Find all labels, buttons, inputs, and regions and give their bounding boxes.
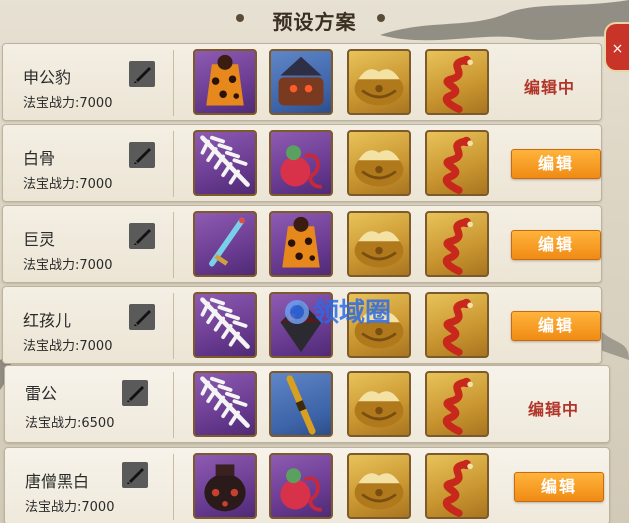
rename-button[interactable] — [129, 142, 155, 168]
pen-icon — [127, 386, 144, 402]
gold-fire-dragon-icon[interactable] — [425, 211, 489, 277]
preset-power: 法宝战力:6500 — [25, 416, 115, 431]
purple-white-feather-blade-icon[interactable] — [193, 371, 257, 437]
rename-button[interactable] — [122, 380, 148, 406]
blue-cauldron-monster-icon[interactable] — [269, 49, 333, 115]
preset-row: 唐僧黑白法宝战力:7000 编辑 — [4, 447, 610, 523]
preset-name: 红孩儿 — [23, 311, 72, 330]
purple-robe-item-icon[interactable] — [269, 211, 333, 277]
preset-power: 法宝战力:7000 — [23, 339, 113, 354]
purple-jade-sword-icon[interactable] — [193, 211, 257, 277]
watermark-text: 领域圈 — [313, 298, 392, 328]
preset-name: 白骨 — [23, 149, 56, 168]
watermark: 领域圈 — [285, 292, 391, 329]
rename-button[interactable] — [129, 304, 155, 330]
preset-row: 白骨法宝战力:7000 编辑 — [2, 124, 602, 202]
gold-fire-dragon-icon[interactable] — [425, 49, 489, 115]
preset-name: 雷公 — [25, 384, 58, 403]
edit-button[interactable]: 编辑 — [514, 472, 604, 502]
panel-title: 预设方案 — [272, 10, 357, 34]
gold-lotus-base-icon[interactable] — [347, 130, 411, 196]
purple-robe-item-icon[interactable] — [193, 49, 257, 115]
gold-fire-dragon-icon[interactable] — [425, 130, 489, 196]
preset-name: 唐僧黑白 — [25, 472, 90, 491]
editing-status: 编辑中 — [524, 78, 576, 97]
pen-icon — [134, 148, 151, 164]
row-divider — [173, 293, 174, 359]
purple-red-gourd-icon[interactable] — [269, 453, 333, 519]
blue-golden-staff-icon[interactable] — [269, 371, 333, 437]
editing-status: 编辑中 — [528, 400, 580, 419]
preset-row: 申公豹法宝战力:7000 编辑中 — [2, 43, 602, 121]
gold-lotus-base-icon[interactable] — [347, 453, 411, 519]
preset-name: 申公豹 — [23, 68, 72, 87]
preset-row: 巨灵法宝战力:7000 编辑 — [2, 205, 602, 283]
edit-button[interactable]: 编辑 — [511, 149, 601, 179]
pen-icon — [134, 229, 151, 245]
rename-button[interactable] — [129, 61, 155, 87]
pen-icon — [134, 310, 151, 326]
circle-logo-icon — [285, 300, 309, 324]
gold-fire-dragon-icon[interactable] — [425, 292, 489, 358]
purple-black-urn-icon[interactable] — [193, 453, 257, 519]
gold-lotus-base-icon[interactable] — [347, 211, 411, 277]
rename-button[interactable] — [129, 223, 155, 249]
preset-power: 法宝战力:7000 — [23, 258, 113, 273]
gold-fire-dragon-icon[interactable] — [425, 453, 489, 519]
gold-lotus-base-icon[interactable] — [347, 49, 411, 115]
gold-fire-dragon-icon[interactable] — [425, 371, 489, 437]
row-divider — [173, 50, 174, 116]
edit-button[interactable]: 编辑 — [511, 311, 601, 341]
rename-button[interactable] — [122, 462, 148, 488]
close-button[interactable]: × — [604, 22, 629, 72]
pen-icon — [127, 468, 144, 484]
row-divider — [173, 372, 174, 438]
pen-icon — [134, 67, 151, 83]
title-dot-right — [377, 14, 385, 22]
panel-header: 预设方案 — [0, 0, 629, 40]
purple-white-feather-blade-icon[interactable] — [193, 292, 257, 358]
purple-white-feather-blade-icon[interactable] — [193, 130, 257, 196]
preset-name: 巨灵 — [23, 230, 56, 249]
gold-lotus-base-icon[interactable] — [347, 371, 411, 437]
row-divider — [173, 454, 174, 520]
row-divider — [173, 131, 174, 197]
edit-button[interactable]: 编辑 — [511, 230, 601, 260]
preset-power: 法宝战力:7000 — [25, 500, 115, 515]
preset-power: 法宝战力:7000 — [23, 177, 113, 192]
preset-power: 法宝战力:7000 — [23, 96, 113, 111]
purple-red-gourd-icon[interactable] — [269, 130, 333, 196]
row-divider — [173, 212, 174, 278]
preset-row: 雷公法宝战力:6500 编辑中 — [4, 365, 610, 443]
